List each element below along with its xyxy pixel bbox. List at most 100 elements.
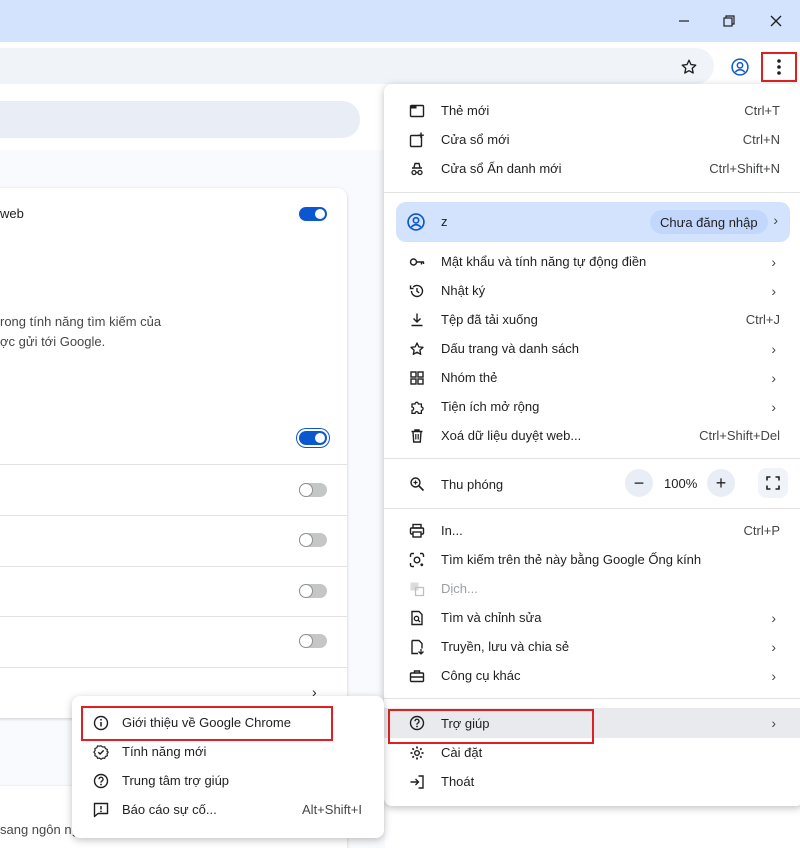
lens-icon: [408, 551, 426, 569]
chevron-right-icon: ›: [771, 369, 776, 386]
menu-item-new-window[interactable]: Cửa sổ mới Ctrl+N: [384, 125, 800, 154]
toggle-switch[interactable]: [299, 584, 327, 598]
menu-item-find-edit[interactable]: Tìm và chỉnh sửa ›: [384, 603, 800, 632]
submenu-item-report-issue[interactable]: Báo cáo sự cố... Alt+Shift+I: [72, 795, 384, 824]
fullscreen-icon: [766, 476, 780, 490]
toggle-switch[interactable]: [299, 483, 327, 497]
tab-groups-icon: [408, 369, 426, 387]
menu-item-downloads[interactable]: Tệp đã tải xuống Ctrl+J: [384, 305, 800, 334]
profile-name: z: [441, 214, 448, 229]
new-tab-icon: [408, 102, 426, 120]
close-icon[interactable]: [762, 8, 790, 34]
minimize-icon[interactable]: [670, 8, 698, 34]
submenu-item-whats-new[interactable]: Tính năng mới: [72, 737, 384, 766]
divider: [0, 667, 347, 668]
menu-item-label: Tìm và chỉnh sửa: [441, 610, 542, 625]
address-bar[interactable]: [0, 48, 714, 84]
menu-item-label: Dấu trang và danh sách: [441, 341, 580, 356]
menu-item-extensions[interactable]: Tiện ích mở rộng ›: [384, 392, 800, 421]
exit-icon: [408, 773, 426, 791]
menu-item-label: Xoá dữ liệu duyệt web...: [441, 428, 582, 443]
fullscreen-button[interactable]: [758, 468, 788, 498]
menu-item-exit[interactable]: Thoát: [384, 767, 800, 796]
menu-item-label: Dịch...: [441, 581, 478, 596]
menu-item-label: Tiện ích mở rộng: [441, 399, 540, 414]
toggle-switch[interactable]: [299, 533, 327, 547]
new-badge-icon: [92, 743, 110, 761]
menu-divider: [384, 698, 800, 699]
menu-item-label: Nhóm thẻ: [441, 370, 498, 385]
chevron-right-icon: ›: [771, 667, 776, 684]
chevron-right-icon: ›: [773, 212, 778, 228]
zoom-label: Thu phóng: [441, 476, 504, 492]
menu-item-label: Nhật ký: [441, 283, 486, 298]
toggle-switch[interactable]: [299, 634, 327, 648]
menu-divider: [384, 192, 800, 193]
menu-item-label: Thẻ mới: [441, 103, 490, 118]
zoom-icon: [408, 475, 426, 493]
menu-item-print[interactable]: In... Ctrl+P: [384, 516, 800, 545]
settings-icon: [408, 744, 426, 762]
menu-item-label: Mật khẩu và tính năng tự động điền: [441, 254, 647, 269]
menu-item-cast-save-share[interactable]: Truyền, lưu và chia sẻ ›: [384, 632, 800, 661]
menu-item-shortcut: Ctrl+Shift+Del: [699, 428, 780, 443]
submenu-item-label: Tính năng mới: [122, 744, 207, 759]
menu-item-label: In...: [441, 523, 463, 538]
chrome-main-menu: Thẻ mới Ctrl+T Cửa sổ mới Ctrl+N Cửa sổ …: [384, 84, 800, 806]
language-row-text: sang ngôn ng: [0, 822, 79, 837]
menu-item-shortcut: Ctrl+J: [745, 312, 780, 327]
menu-item-tab-groups[interactable]: Nhóm thẻ ›: [384, 363, 800, 392]
report-icon: [92, 801, 110, 819]
bookmark-star-icon: [408, 340, 426, 358]
chevron-right-icon: ›: [771, 253, 776, 270]
chevron-right-icon: ›: [771, 609, 776, 626]
profile-avatar-icon: [406, 212, 426, 232]
menu-divider: [384, 458, 800, 459]
settings-card: web rong tính năng tìm kiếm của ợc gửi t…: [0, 188, 347, 718]
chevron-right-icon: ›: [771, 638, 776, 655]
download-icon: [408, 311, 426, 329]
chevron-right-icon: ›: [771, 398, 776, 415]
find-edit-icon: [408, 609, 426, 627]
key-icon: [408, 253, 426, 271]
card-row-description: rong tính năng tìm kiếm của ợc gửi tới G…: [0, 314, 162, 349]
zoom-out-button[interactable]: −: [625, 469, 653, 497]
submenu-item-help-center[interactable]: Trung tâm trợ giúp: [72, 766, 384, 795]
menu-item-shortcut: Ctrl+T: [744, 103, 780, 118]
submenu-item-label: Trung tâm trợ giúp: [122, 773, 230, 788]
cast-save-share-icon: [408, 638, 426, 656]
divider: [0, 616, 347, 617]
sign-in-status-badge[interactable]: Chưa đăng nhập: [650, 210, 768, 234]
submenu-item-label: Báo cáo sự cố...: [122, 802, 217, 817]
divider: [0, 464, 347, 465]
trash-icon: [408, 427, 426, 445]
restore-icon[interactable]: [715, 8, 743, 34]
star-icon[interactable]: [674, 52, 704, 82]
menu-item-passwords[interactable]: Mật khẩu và tính năng tự động điền ›: [384, 247, 800, 276]
chevron-right-icon: ›: [771, 282, 776, 299]
chevron-right-icon: ›: [771, 340, 776, 357]
menu-item-shortcut: Ctrl+Shift+N: [709, 161, 780, 176]
menu-item-clear-data[interactable]: Xoá dữ liệu duyệt web... Ctrl+Shift+Del: [384, 421, 800, 450]
title-bar: [0, 0, 800, 42]
menu-item-incognito[interactable]: Cửa sổ Ẩn danh mới Ctrl+Shift+N: [384, 154, 800, 183]
menu-item-bookmarks[interactable]: Dấu trang và danh sách ›: [384, 334, 800, 363]
extension-icon: [408, 398, 426, 416]
history-icon: [408, 282, 426, 300]
profile-icon[interactable]: [725, 52, 755, 82]
zoom-in-button[interactable]: +: [707, 469, 735, 497]
profile-row[interactable]: z Chưa đăng nhập ›: [396, 202, 790, 242]
menu-item-zoom: Thu phóng: [384, 469, 800, 499]
settings-search-bar[interactable]: [0, 101, 360, 138]
menu-item-label: Truyền, lưu và chia sẻ: [441, 639, 570, 654]
menu-item-new-tab[interactable]: Thẻ mới Ctrl+T: [384, 96, 800, 125]
menu-item-google-lens[interactable]: Tìm kiếm trên thẻ này bằng Google Ống kí…: [384, 545, 800, 574]
menu-item-shortcut: Ctrl+N: [742, 132, 780, 147]
zoom-level: 100%: [664, 476, 698, 491]
menu-item-history[interactable]: Nhật ký ›: [384, 276, 800, 305]
toggle-switch[interactable]: [299, 207, 327, 221]
menu-item-label: Tìm kiếm trên thẻ này bằng Google Ống kí…: [441, 552, 702, 567]
toggle-switch[interactable]: [299, 431, 327, 445]
help-item-highlight-box: [388, 709, 594, 744]
menu-item-more-tools[interactable]: Công cụ khác ›: [384, 661, 800, 690]
